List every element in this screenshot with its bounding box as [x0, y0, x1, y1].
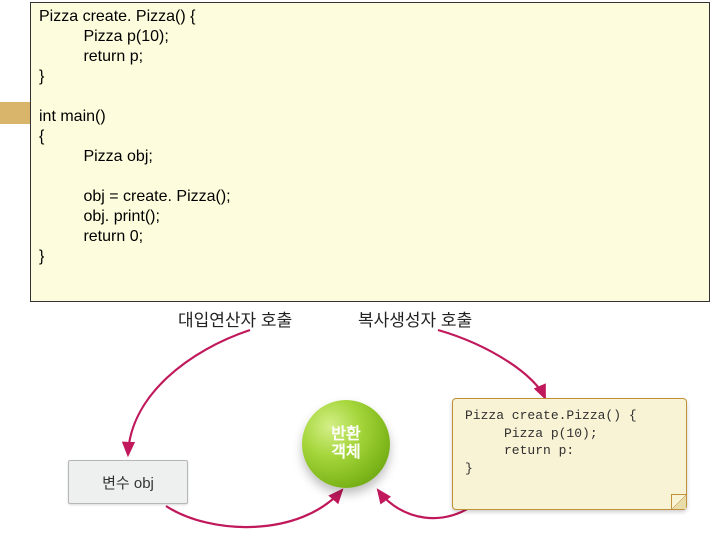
callout-code-text: Pizza create.Pizza() { Pizza p(10); retu… [465, 407, 674, 477]
sphere-text-1: 반환 [331, 426, 360, 444]
variable-obj-label: 변수 obj [102, 472, 154, 493]
code-text: Pizza create. Pizza() { Pizza p(10); ret… [39, 7, 701, 267]
return-object-sphere: 반환 객체 [302, 400, 390, 488]
code-callout-box: Pizza create.Pizza() { Pizza p(10); retu… [452, 398, 687, 510]
slide-accent-bar [0, 102, 30, 124]
callout-fold-icon [671, 494, 686, 509]
sphere-text-2: 객체 [331, 444, 360, 462]
variable-obj-box: 변수 obj [68, 460, 188, 504]
arc-label-copy-constructor: 복사생성자 호출 [358, 306, 472, 331]
arc-label-assignment-op: 대입연산자 호출 [178, 306, 292, 331]
main-code-block: Pizza create. Pizza() { Pizza p(10); ret… [30, 2, 710, 302]
